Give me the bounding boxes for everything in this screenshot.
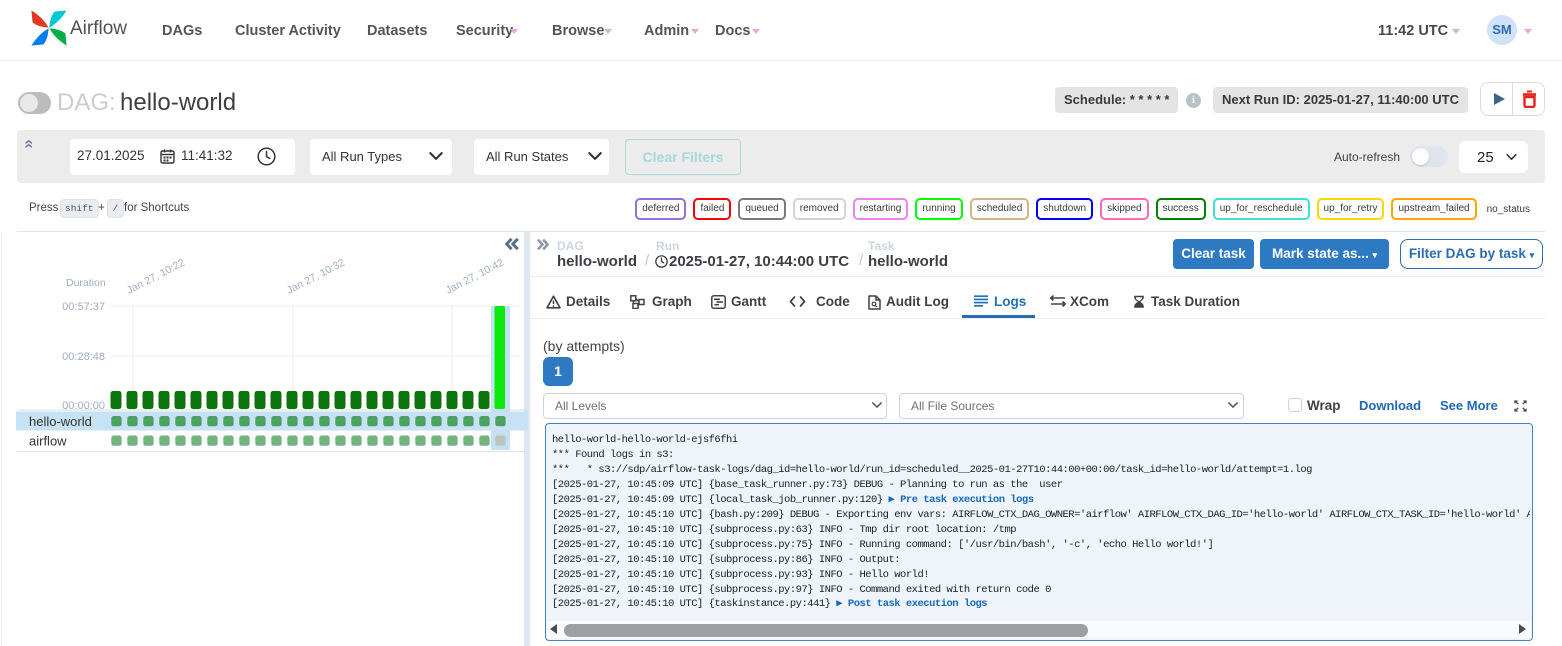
svg-text:Jan 27, 10:32: Jan 27, 10:32 (285, 257, 347, 297)
svg-text:00:57:37: 00:57:37 (62, 301, 105, 313)
svg-text:airflow: airflow (29, 434, 67, 449)
svg-text:Jan 27, 10:22: Jan 27, 10:22 (125, 257, 187, 297)
svg-text:00:28:48: 00:28:48 (62, 351, 105, 363)
svg-text:hello-world: hello-world (29, 414, 92, 429)
svg-text:Duration: Duration (66, 277, 106, 289)
svg-text:Jan 27, 10:42: Jan 27, 10:42 (444, 257, 506, 297)
